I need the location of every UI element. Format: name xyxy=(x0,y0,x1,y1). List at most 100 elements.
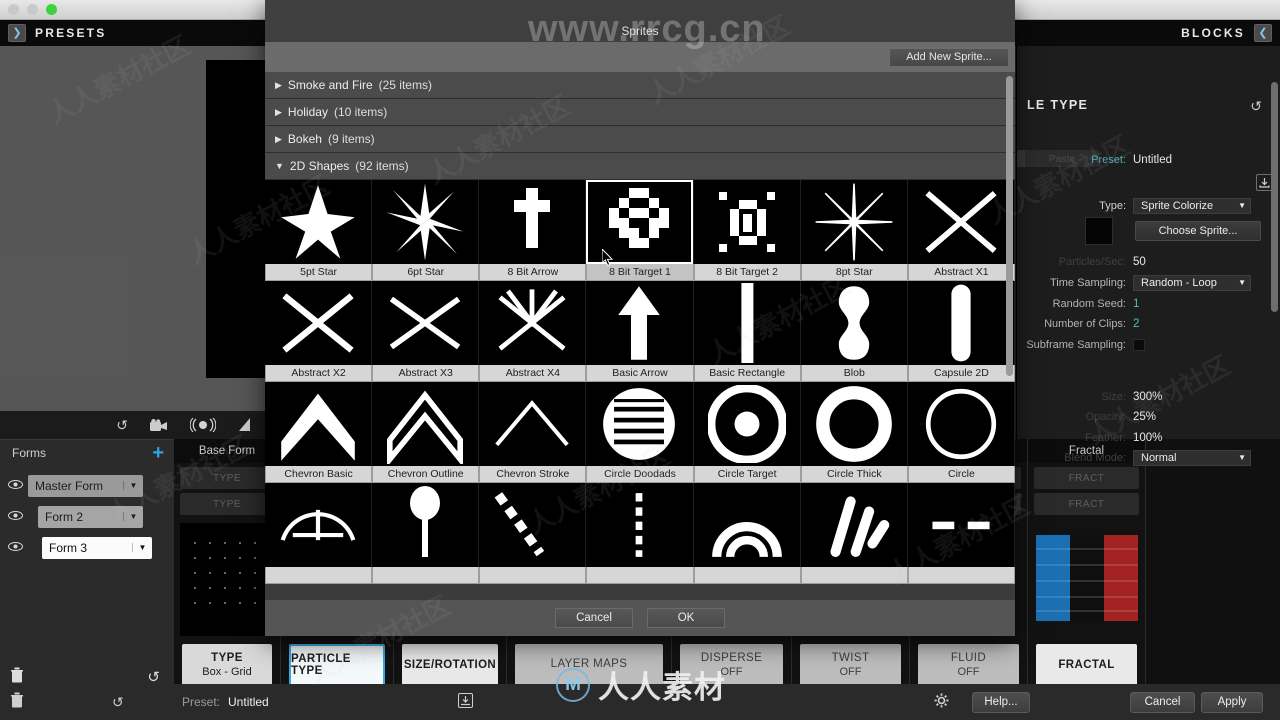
settings-gear-icon[interactable] xyxy=(934,693,949,711)
sprite-cell[interactable]: Capsule 2D xyxy=(907,281,1015,382)
opacity-value[interactable]: 25% xyxy=(1133,411,1156,423)
chevron-down-icon[interactable]: ▼ xyxy=(1238,453,1246,462)
sprite-cell[interactable]: Basic Arrow xyxy=(586,281,694,382)
category-holiday[interactable]: ▶ Holiday (10 items) xyxy=(265,99,1015,126)
sprite-cell[interactable]: 8 Bit Target 2 xyxy=(693,180,801,281)
visibility-eye-icon[interactable] xyxy=(6,510,24,523)
block-card-type[interactable]: TYPE Box - Grid xyxy=(182,644,272,686)
sprite-cell[interactable]: Circle xyxy=(907,382,1015,483)
blocks-collapse-icon[interactable]: ❮ xyxy=(1254,24,1272,42)
block-card-twist[interactable]: TWIST OFF xyxy=(800,644,901,686)
add-new-sprite-button[interactable]: Add New Sprite... xyxy=(889,47,1009,67)
block-card-layer-maps[interactable]: LAYER MAPS xyxy=(515,644,663,686)
sprite-cell[interactable]: Chevron Basic xyxy=(265,382,373,483)
preset-value[interactable]: Untitled xyxy=(1133,154,1172,166)
blend-mode-select[interactable]: Normal ▼ xyxy=(1133,449,1251,466)
sprite-cell[interactable]: Blob xyxy=(800,281,908,382)
block-card-particle-type[interactable]: PARTICLE TYPE xyxy=(289,644,385,686)
chevron-right-icon[interactable]: ▶ xyxy=(275,134,282,145)
sprite-cell[interactable]: Circle Thick xyxy=(800,382,908,483)
presets-group[interactable]: ❯ PRESETS xyxy=(0,24,106,42)
dialog-cancel-button[interactable]: Cancel xyxy=(555,608,633,628)
chevron-down-icon[interactable]: ▼ xyxy=(275,161,284,171)
category-smoke-and-fire[interactable]: ▶ Smoke and Fire (25 items) xyxy=(265,72,1015,99)
visibility-eye-icon[interactable] xyxy=(6,541,24,554)
choose-sprite-button[interactable]: Choose Sprite... xyxy=(1135,221,1261,241)
block-card-fractal[interactable]: FRACTAL xyxy=(1036,644,1137,686)
add-form-button[interactable]: + xyxy=(152,443,164,463)
chevron-down-icon[interactable]: ▼ xyxy=(123,512,143,521)
random-seed-label: Random Seed: xyxy=(1052,297,1126,310)
block-card-fluid[interactable]: FLUID OFF xyxy=(918,644,1019,686)
reset-parameters-icon[interactable]: ↺ xyxy=(1250,98,1262,115)
footer-preset-value[interactable]: Untitled xyxy=(228,695,269,709)
list-item[interactable]: Form 3 ▼ xyxy=(0,532,174,563)
delete-icon[interactable] xyxy=(0,692,24,713)
sprite-cell[interactable]: Chevron Outline xyxy=(372,382,480,483)
apply-button[interactable]: Apply xyxy=(1201,691,1263,713)
sprite-cell[interactable] xyxy=(586,483,694,584)
sprite-cell[interactable]: Circle Target xyxy=(693,382,801,483)
subframe-sampling-checkbox[interactable] xyxy=(1133,338,1145,351)
sprite-cell[interactable] xyxy=(693,483,801,584)
help-button[interactable]: Help... xyxy=(972,691,1030,713)
cancel-button[interactable]: Cancel xyxy=(1130,691,1195,713)
sprite-cell[interactable]: Circle Doodads xyxy=(586,382,694,483)
type-select[interactable]: Sprite Colorize ▼ xyxy=(1133,197,1251,214)
camera-icon[interactable] xyxy=(150,418,168,432)
time-sampling-select[interactable]: Random - Loop ▼ xyxy=(1133,274,1251,291)
chevron-down-icon[interactable]: ▼ xyxy=(1238,278,1246,287)
presets-expand-icon[interactable]: ❯ xyxy=(8,24,26,42)
sprite-color-swatch[interactable] xyxy=(1085,217,1113,245)
sprite-cell[interactable] xyxy=(479,483,587,584)
chevron-down-icon[interactable]: ▼ xyxy=(132,543,152,552)
block-column-fractal[interactable]: Fractal FRACT FRACT FRACTAL xyxy=(1028,439,1146,698)
sprite-cell[interactable] xyxy=(800,483,908,584)
light-icon[interactable] xyxy=(238,418,254,432)
blocks-group[interactable]: BLOCKS ❮ xyxy=(1181,24,1280,42)
preview-viewport[interactable] xyxy=(0,46,266,411)
chevron-down-icon[interactable]: ▼ xyxy=(1238,201,1246,210)
category-count: (92 items) xyxy=(355,159,409,173)
sprite-cell[interactable]: 5pt Star xyxy=(265,180,373,281)
category-bokeh[interactable]: ▶ Bokeh (9 items) xyxy=(265,126,1015,153)
sprite-cell[interactable]: Chevron Stroke xyxy=(479,382,587,483)
list-item[interactable]: Form 2 ▼ xyxy=(0,501,174,532)
dialog-scrollbar[interactable] xyxy=(1006,76,1013,376)
parameters-scrollbar[interactable] xyxy=(1271,82,1278,312)
render-preview-icon[interactable] xyxy=(190,418,216,432)
block-card-disperse[interactable]: DISPERSE OFF xyxy=(680,644,783,686)
footer-reset-icon[interactable]: ↺ xyxy=(112,694,124,711)
sprite-cell[interactable]: Abstract X4 xyxy=(479,281,587,382)
feather-value[interactable]: 100% xyxy=(1133,432,1162,444)
dialog-ok-button[interactable]: OK xyxy=(647,608,725,628)
size-value[interactable]: 300% xyxy=(1133,391,1162,403)
sprite-cell[interactable]: Abstract X3 xyxy=(372,281,480,382)
form-select-master[interactable]: Master Form ▼ xyxy=(28,474,143,497)
particles-sec-value[interactable]: 50 xyxy=(1133,256,1146,268)
sprite-cell[interactable]: 8pt Star xyxy=(800,180,908,281)
sprite-cell[interactable] xyxy=(372,483,480,584)
sprite-cell[interactable]: Basic Rectangle xyxy=(693,281,801,382)
sprite-cell[interactable] xyxy=(907,483,1015,584)
card-title: DISPERSE xyxy=(700,652,763,664)
list-item[interactable]: Master Form ▼ xyxy=(0,470,174,501)
random-seed-value[interactable]: 1 xyxy=(1133,298,1139,310)
reset-view-icon[interactable]: ↺ xyxy=(116,418,128,432)
sprite-cell[interactable]: Abstract X2 xyxy=(265,281,373,382)
time-sampling-row: Time Sampling: Random - Loop ▼ xyxy=(1017,273,1263,292)
sprite-cell[interactable]: 6pt Star xyxy=(372,180,480,281)
sprite-cell[interactable]: 8 Bit Arrow xyxy=(479,180,587,281)
sprite-cell[interactable]: Abstract X1 xyxy=(907,180,1015,281)
chevron-right-icon[interactable]: ▶ xyxy=(275,107,282,118)
visibility-eye-icon[interactable] xyxy=(6,479,24,492)
chevron-right-icon[interactable]: ▶ xyxy=(275,80,282,91)
chevron-down-icon[interactable]: ▼ xyxy=(123,481,143,490)
number-of-clips-value[interactable]: 2 xyxy=(1133,318,1139,330)
sprite-cell[interactable] xyxy=(265,483,373,584)
category-2d-shapes[interactable]: ▼ 2D Shapes (92 items) xyxy=(265,153,1015,180)
form-select-form2[interactable]: Form 2 ▼ xyxy=(38,505,143,528)
footer-save-preset-icon[interactable] xyxy=(458,693,473,711)
form-select-form3[interactable]: Form 3 ▼ xyxy=(42,536,152,559)
block-card-size-rotation[interactable]: SIZE/ROTATION xyxy=(402,644,498,686)
